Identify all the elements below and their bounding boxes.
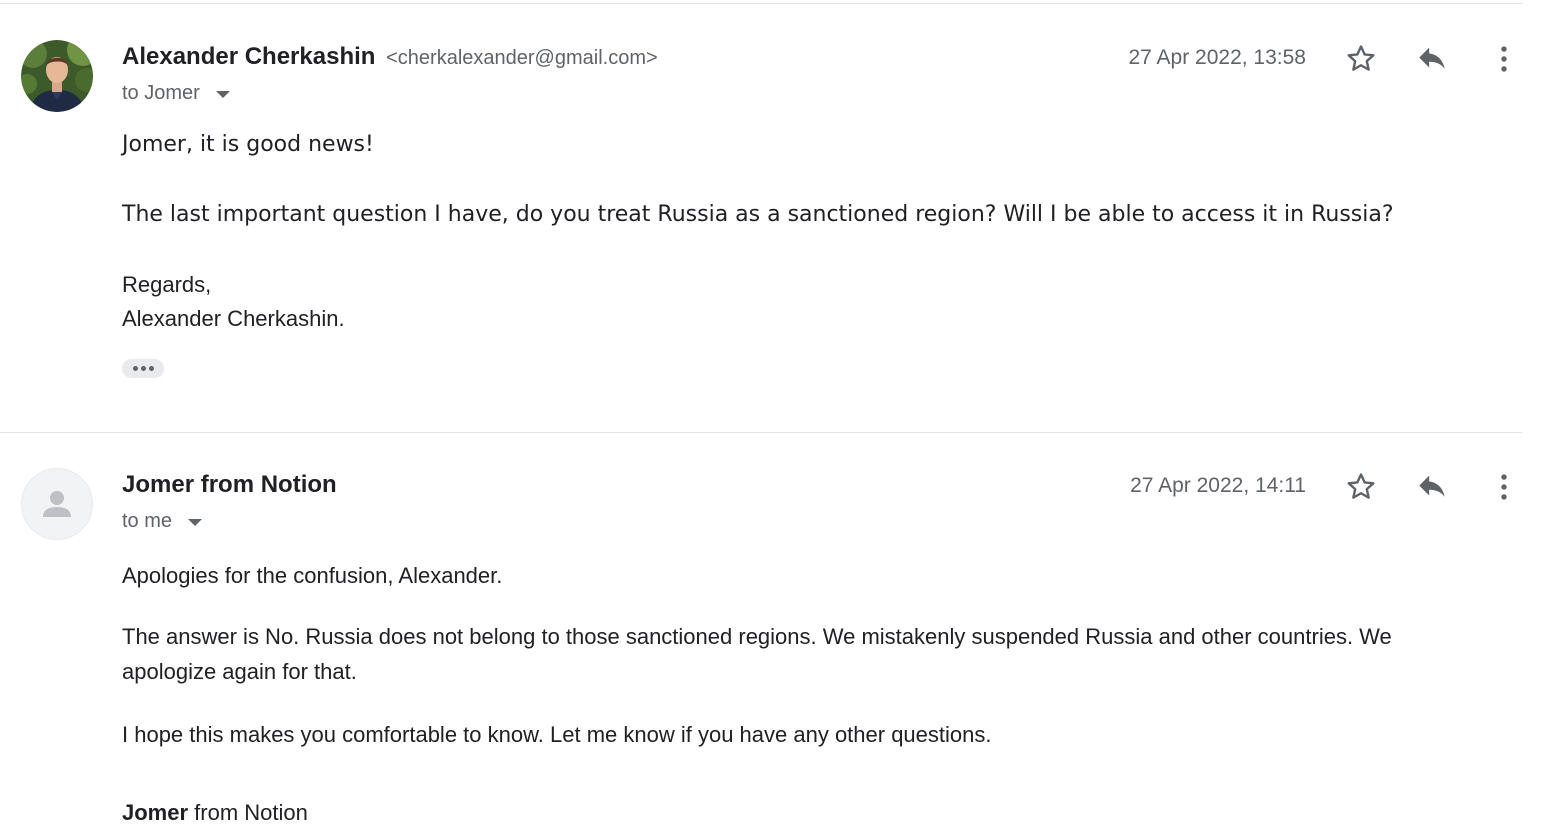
sender-avatar[interactable] xyxy=(21,40,93,112)
more-vertical-icon xyxy=(1501,474,1507,500)
reply-icon xyxy=(1419,47,1445,69)
recipient-label: to Jomer xyxy=(122,82,200,104)
email-message: Alexander Cherkashin <cherkalexander@gma… xyxy=(0,0,1560,432)
reply-icon xyxy=(1419,475,1445,497)
star-button[interactable] xyxy=(1339,37,1383,81)
sender-name[interactable]: Alexander Cherkashin xyxy=(122,43,375,70)
body-question: The last important question I have, do y… xyxy=(122,202,1394,227)
body-answer: The answer is No. Russia does not belong… xyxy=(122,624,1392,684)
body-signature: Jomer from Notion xyxy=(122,795,308,830)
recipient-details-toggle[interactable]: to me xyxy=(122,510,203,533)
person-icon xyxy=(43,491,71,517)
body-hope: I hope this makes you comfortable to kno… xyxy=(122,722,992,747)
recipient-details-toggle[interactable]: to Jomer xyxy=(122,82,230,105)
body-apology: Apologies for the confusion, Alexander. xyxy=(122,563,503,588)
ellipsis-dot xyxy=(140,366,146,371)
sender-line: Jomer from Notion xyxy=(122,471,337,499)
more-options-button[interactable] xyxy=(1482,465,1526,509)
body-regards: Regards, xyxy=(122,272,212,297)
star-button[interactable] xyxy=(1339,465,1383,509)
sender-name[interactable]: Jomer from Notion xyxy=(122,471,337,498)
chevron-down-icon[interactable] xyxy=(188,519,203,526)
email-thread: Alexander Cherkashin <cherkalexander@gma… xyxy=(0,0,1560,840)
reply-button[interactable] xyxy=(1410,37,1454,81)
email-message: Jomer from Notion to me 27 Apr 2022, 14:… xyxy=(0,433,1560,840)
signature-org: from Notion xyxy=(188,800,308,825)
show-trimmed-content-button[interactable] xyxy=(122,359,164,378)
message-date: 27 Apr 2022, 14:11 xyxy=(1130,474,1306,497)
more-options-button[interactable] xyxy=(1482,37,1526,81)
reply-button[interactable] xyxy=(1410,465,1454,509)
sender-line: Alexander Cherkashin <cherkalexander@gma… xyxy=(122,43,658,71)
chevron-down-icon[interactable] xyxy=(215,91,230,98)
body-greeting: Jomer, it is good news! xyxy=(122,132,374,157)
more-vertical-icon xyxy=(1501,46,1507,72)
ellipsis-dot xyxy=(132,366,138,371)
body-signoff: Regards, Alexander Cherkashin. xyxy=(122,268,345,336)
message-date: 27 Apr 2022, 13:58 xyxy=(1128,46,1307,69)
star-outline-icon xyxy=(1347,473,1375,499)
ellipsis-dot xyxy=(148,366,154,371)
signature-name: Jomer xyxy=(122,800,189,825)
star-outline-icon xyxy=(1347,45,1375,71)
sender-email: <cherkalexander@gmail.com> xyxy=(386,47,658,69)
recipient-label: to me xyxy=(122,510,173,532)
sender-avatar[interactable] xyxy=(21,468,93,540)
body-signature: Alexander Cherkashin. xyxy=(122,306,345,331)
